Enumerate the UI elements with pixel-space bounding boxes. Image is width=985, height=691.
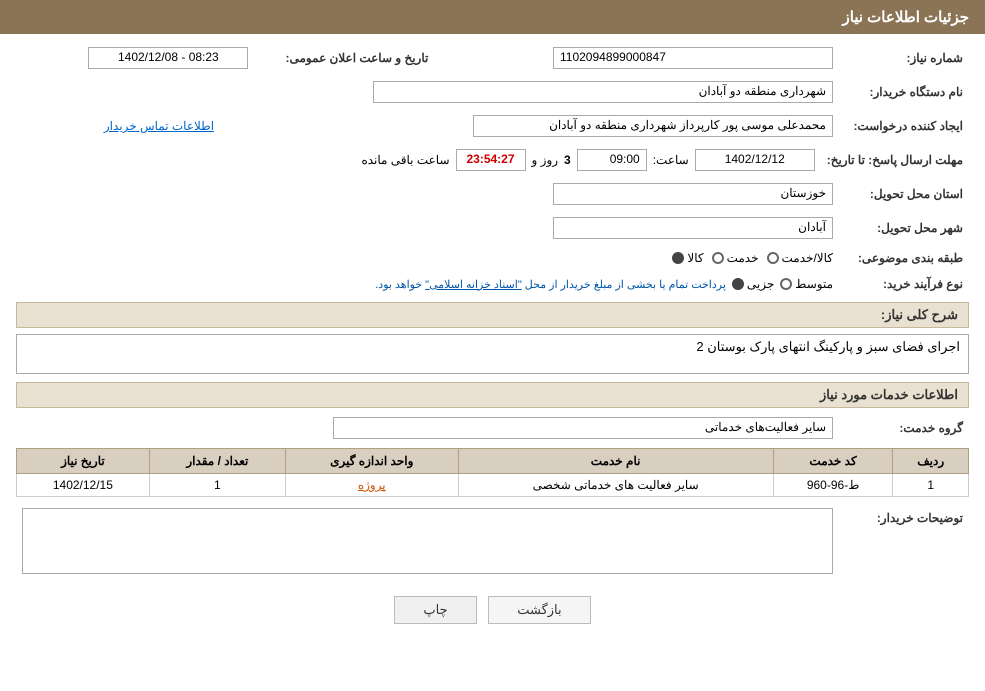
deadline-remaining: 23:54:27 xyxy=(456,149,526,171)
service-group-value: سایر فعالیت‌های خدماتی xyxy=(333,417,833,439)
category-service-radio xyxy=(712,252,724,264)
service-group-table: گروه خدمت: سایر فعالیت‌های خدماتی xyxy=(16,414,969,442)
deadline-days-label: روز و xyxy=(532,153,559,167)
deadline-table: مهلت ارسال پاسخ: تا تاریخ: 1402/12/12 سا… xyxy=(16,146,969,174)
category-table: طبقه بندی موضوعی: کالا/خدمت خدمت کالا xyxy=(16,248,969,268)
table-header-quantity: تعداد / مقدار xyxy=(149,449,285,474)
buyer-notes-label: توضیحات خریدار: xyxy=(839,505,969,580)
deadline-label: مهلت ارسال پاسخ: تا تاریخ: xyxy=(821,146,969,174)
buyer-org-value: شهرداری منطقه دو آبادان xyxy=(373,81,833,103)
city-label: شهر محل تحویل: xyxy=(839,214,969,242)
buyer-org-label: نام دستگاه خریدار: xyxy=(839,78,969,106)
purchase-note: پرداخت تمام یا بخشی از مبلغ خریدار از مح… xyxy=(375,278,726,291)
button-row: بازگشت چاپ xyxy=(16,596,969,624)
need-desc-section-title: شرح کلی نیاز: xyxy=(16,302,969,328)
category-label: طبقه بندی موضوعی: xyxy=(839,248,969,268)
purchase-part-radio xyxy=(732,278,744,290)
print-button[interactable]: چاپ xyxy=(394,596,476,624)
table-header-date: تاریخ نیاز xyxy=(17,449,150,474)
category-goods-service-radio xyxy=(767,252,779,264)
purchase-medium-radio xyxy=(780,278,792,290)
page-container: جزئیات اطلاعات نیاز شماره نیاز: 11020948… xyxy=(0,0,985,691)
services-section-title: اطلاعات خدمات مورد نیاز xyxy=(16,382,969,408)
category-goods-option[interactable]: کالا xyxy=(672,251,703,265)
unit-cell[interactable]: پروژه xyxy=(358,478,386,492)
buyer-org-table: نام دستگاه خریدار: شهرداری منطقه دو آباد… xyxy=(16,78,969,106)
province-table: استان محل تحویل: خوزستان xyxy=(16,180,969,208)
table-row: 1ط-96-960سایر فعالیت های خدماتی شخصیپروژ… xyxy=(17,474,969,497)
province-label: استان محل تحویل: xyxy=(839,180,969,208)
need-info-table: شماره نیاز: 1102094899000847 تاریخ و ساع… xyxy=(16,44,969,72)
buyer-notes-table: توضیحات خریدار: xyxy=(16,505,969,580)
deadline-time: 09:00 xyxy=(577,149,647,171)
need-number-value: 1102094899000847 xyxy=(553,47,833,69)
category-service-option[interactable]: خدمت xyxy=(712,251,759,265)
deadline-remaining-label: ساعت باقی مانده xyxy=(361,153,449,167)
purchase-part-option[interactable]: جزیی xyxy=(732,277,774,291)
announce-date-label: تاریخ و ساعت اعلان عمومی: xyxy=(254,44,434,72)
creator-table: ایجاد کننده درخواست: محمدعلی موسی پور کا… xyxy=(16,112,969,140)
need-desc-container: اجرای فضای سبز و پارکینگ انتهای پارک بوس… xyxy=(16,334,969,374)
page-title: جزئیات اطلاعات نیاز xyxy=(843,9,970,26)
creator-label: ایجاد کننده درخواست: xyxy=(839,112,969,140)
deadline-date: 1402/12/12 xyxy=(695,149,815,171)
deadline-time-label: ساعت: xyxy=(653,153,689,167)
category-service-label: خدمت xyxy=(727,251,759,265)
purchase-type-label: نوع فرآیند خرید: xyxy=(839,274,969,294)
creator-contact-link[interactable]: اطلاعات تماس خریدار xyxy=(104,119,214,133)
purchase-part-label: جزیی xyxy=(747,277,774,291)
table-header-row: ردیف xyxy=(893,449,969,474)
purchase-type-table: نوع فرآیند خرید: متوسط جزیی پرداخت تمام … xyxy=(16,274,969,294)
province-value: خوزستان xyxy=(553,183,833,205)
category-goods-label: کالا xyxy=(687,251,703,265)
category-goods-service-label: کالا/خدمت xyxy=(782,251,833,265)
city-table: شهر محل تحویل: آبادان xyxy=(16,214,969,242)
buyer-notes-textarea[interactable] xyxy=(22,508,833,574)
services-data-table: ردیف کد خدمت نام خدمت واحد اندازه گیری ت… xyxy=(16,448,969,497)
table-header-unit: واحد اندازه گیری xyxy=(285,449,458,474)
need-number-label: شماره نیاز: xyxy=(839,44,969,72)
back-button[interactable]: بازگشت xyxy=(488,596,590,624)
city-value: آبادان xyxy=(553,217,833,239)
purchase-medium-label: متوسط xyxy=(795,277,833,291)
category-goods-radio xyxy=(672,252,684,264)
service-group-label: گروه خدمت: xyxy=(839,414,969,442)
creator-value: محمدعلی موسی پور کارپرداز شهرداری منطقه … xyxy=(473,115,833,137)
deadline-days: 3 xyxy=(564,153,571,167)
category-goods-service-option[interactable]: کالا/خدمت xyxy=(767,251,833,265)
table-header-name: نام خدمت xyxy=(458,449,773,474)
table-header-code: کد خدمت xyxy=(773,449,893,474)
page-header: جزئیات اطلاعات نیاز xyxy=(0,0,985,34)
content-area: شماره نیاز: 1102094899000847 تاریخ و ساع… xyxy=(0,34,985,644)
announce-date-value: 1402/12/08 - 08:23 xyxy=(88,47,248,69)
purchase-medium-option[interactable]: متوسط xyxy=(780,277,833,291)
need-desc-value: اجرای فضای سبز و پارکینگ انتهای پارک بوس… xyxy=(16,334,969,374)
